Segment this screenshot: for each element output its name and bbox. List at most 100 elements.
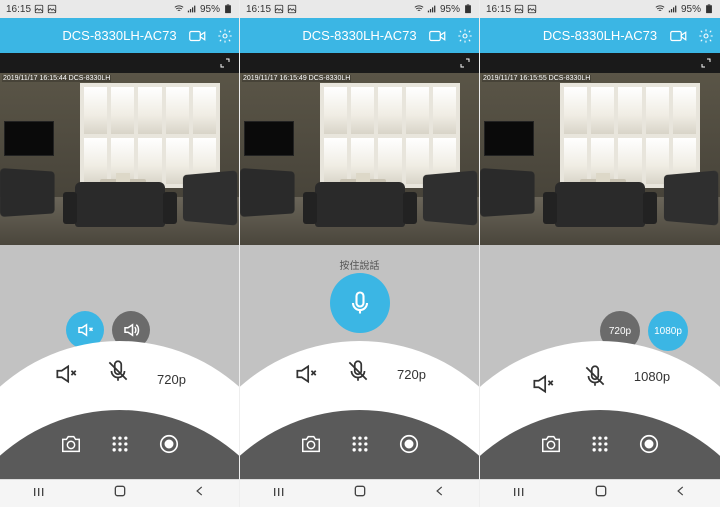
- res-option-label: 720p: [609, 326, 631, 337]
- video-timestamp: 2019/11/17 16:15:49 DCS-8330LH: [242, 75, 351, 82]
- grid-menu-button[interactable]: [590, 434, 610, 459]
- signal-icon: [668, 4, 678, 14]
- phone-screen-2: 16:15 95% DCS-8330LH-AC73 2019/11/17 16:…: [240, 0, 480, 507]
- expand-icon[interactable]: [700, 57, 712, 69]
- app-header: DCS-8330LH-AC73: [480, 18, 720, 53]
- signal-icon: [427, 4, 437, 14]
- grid-menu-button[interactable]: [350, 434, 370, 459]
- video-subbar: [240, 53, 479, 73]
- mic-toggle-button[interactable]: [582, 363, 608, 389]
- video-timestamp: 2019/11/17 16:15:44 DCS-8330LH: [2, 75, 111, 82]
- home-button[interactable]: [593, 483, 609, 504]
- resolution-label: 1080p: [634, 369, 670, 384]
- battery-icon: [463, 4, 473, 14]
- record-icon: [398, 433, 420, 455]
- mic-icon: [346, 289, 374, 317]
- grid-icon: [110, 434, 130, 454]
- recent-apps-button[interactable]: [32, 485, 48, 503]
- expand-icon[interactable]: [219, 57, 231, 69]
- android-navbar: [240, 479, 479, 507]
- expand-icon[interactable]: [459, 57, 471, 69]
- resolution-label: 720p: [157, 372, 186, 387]
- speaker-mute-icon: [76, 321, 94, 339]
- mic-toggle-button[interactable]: [345, 358, 371, 384]
- battery-text: 95%: [440, 4, 460, 15]
- image-icon: [47, 4, 57, 14]
- image-icon: [527, 4, 537, 14]
- battery-text: 95%: [200, 4, 220, 15]
- settings-icon[interactable]: [698, 28, 714, 44]
- recent-apps-button[interactable]: [272, 485, 288, 503]
- speaker-toggle-button[interactable]: [530, 371, 556, 397]
- mic-mute-icon: [105, 358, 131, 384]
- camera-title: DCS-8330LH-AC73: [543, 28, 657, 43]
- back-button[interactable]: [674, 484, 688, 503]
- video-toggle-icon[interactable]: [189, 29, 207, 43]
- record-button[interactable]: [158, 433, 180, 460]
- home-button[interactable]: [352, 483, 368, 504]
- mic-toggle-button[interactable]: [105, 358, 131, 384]
- phone-screen-1: 16:15 95% DCS-8330LH-AC73 2019/11/17 16:…: [0, 0, 240, 507]
- record-button[interactable]: [398, 433, 420, 460]
- status-time: 16:15: [486, 4, 511, 15]
- video-subbar: [0, 53, 239, 73]
- camera-icon: [60, 433, 82, 455]
- video-toggle-icon[interactable]: [670, 29, 688, 43]
- speaker-mute-icon: [530, 371, 556, 397]
- snapshot-button[interactable]: [300, 433, 322, 460]
- video-timestamp: 2019/11/17 16:15:55 DCS-8330LH: [482, 75, 591, 82]
- back-button[interactable]: [193, 484, 207, 503]
- resolution-button[interactable]: 1080p: [634, 369, 670, 384]
- phone-screen-3: 16:15 95% DCS-8330LH-AC73 2019/11/17 16:…: [480, 0, 720, 507]
- grid-icon: [350, 434, 370, 454]
- video-toggle-icon[interactable]: [429, 29, 447, 43]
- live-video-feed[interactable]: 2019/11/17 16:15:49 DCS-8330LH: [240, 73, 479, 245]
- push-to-talk-button[interactable]: [330, 273, 390, 333]
- android-navbar: [480, 479, 720, 507]
- image-icon: [287, 4, 297, 14]
- resolution-button[interactable]: 720p: [397, 367, 426, 382]
- control-panel: 720p: [0, 245, 239, 479]
- recent-apps-button[interactable]: [512, 485, 528, 503]
- snapshot-button[interactable]: [60, 433, 82, 460]
- back-button[interactable]: [433, 484, 447, 503]
- live-video-feed[interactable]: 2019/11/17 16:15:44 DCS-8330LH: [0, 73, 239, 245]
- status-bar: 16:15 95%: [0, 0, 239, 18]
- record-button[interactable]: [638, 433, 660, 460]
- settings-icon[interactable]: [457, 28, 473, 44]
- mic-mute-icon: [345, 358, 371, 384]
- snapshot-button[interactable]: [540, 433, 562, 460]
- speaker-toggle-button[interactable]: [53, 361, 79, 387]
- push-to-talk-label: 按住說話: [240, 257, 479, 272]
- resolution-button[interactable]: 720p: [157, 372, 186, 387]
- settings-icon[interactable]: [217, 28, 233, 44]
- android-navbar: [0, 479, 239, 507]
- image-icon: [514, 4, 524, 14]
- speaker-mute-icon: [53, 361, 79, 387]
- grid-menu-button[interactable]: [110, 434, 130, 459]
- battery-text: 95%: [681, 4, 701, 15]
- grid-icon: [590, 434, 610, 454]
- control-panel: 按住說話 720p: [240, 245, 479, 479]
- image-icon: [34, 4, 44, 14]
- home-button[interactable]: [112, 483, 128, 504]
- camera-title: DCS-8330LH-AC73: [302, 28, 416, 43]
- mic-mute-icon: [582, 363, 608, 389]
- battery-icon: [223, 4, 233, 14]
- speaker-toggle-button[interactable]: [293, 361, 319, 387]
- status-time: 16:15: [246, 4, 271, 15]
- res-option-label: 1080p: [654, 326, 682, 337]
- record-icon: [158, 433, 180, 455]
- camera-icon: [540, 433, 562, 455]
- live-video-feed[interactable]: 2019/11/17 16:15:55 DCS-8330LH: [480, 73, 720, 245]
- speaker-icon: [122, 321, 140, 339]
- app-header: DCS-8330LH-AC73: [0, 18, 239, 53]
- wifi-icon: [174, 4, 184, 14]
- battery-icon: [704, 4, 714, 14]
- status-bar: 16:15 95%: [480, 0, 720, 18]
- status-time: 16:15: [6, 4, 31, 15]
- status-bar: 16:15 95%: [240, 0, 479, 18]
- resolution-1080p-button[interactable]: 1080p: [648, 311, 688, 351]
- video-subbar: [480, 53, 720, 73]
- app-header: DCS-8330LH-AC73: [240, 18, 479, 53]
